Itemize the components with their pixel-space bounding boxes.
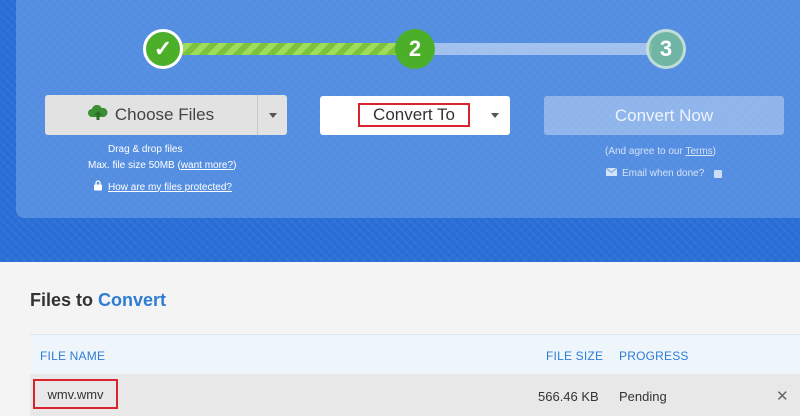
file-status-cell: Pending: [619, 389, 667, 404]
email-checkbox[interactable]: [714, 169, 723, 178]
file-name-cell: wmv.wmv: [33, 379, 118, 409]
column-file-name: FILE NAME: [40, 349, 106, 363]
files-section: Files to Convert FILE NAME FILE SIZE PRO…: [0, 262, 800, 416]
step-3-indicator: 3: [646, 29, 686, 69]
terms-link[interactable]: Terms: [685, 146, 712, 157]
choose-files-dropdown[interactable]: [257, 95, 287, 135]
max-size-text: Max. file size 50MB (: [88, 160, 181, 171]
caret-down-icon: [268, 112, 277, 118]
convert-to-label: Convert To: [358, 103, 470, 127]
agree-prefix: (And agree to our: [605, 146, 686, 157]
max-file-size: Max. file size 50MB (want more?): [88, 160, 236, 171]
caret-down-icon: [491, 113, 499, 118]
files-heading-accent: Convert: [98, 290, 167, 310]
progress-line-completed: [180, 43, 402, 55]
step-2-indicator: 2: [395, 29, 435, 69]
envelope-icon: [605, 167, 618, 179]
column-file-size: FILE SIZE: [546, 349, 604, 363]
max-size-close: ): [233, 160, 237, 171]
choose-files-button[interactable]: Choose Files: [45, 95, 287, 135]
column-progress: PROGRESS: [619, 349, 689, 363]
agree-suffix: ): [712, 146, 717, 157]
cloud-upload-icon: [87, 104, 108, 126]
protection-info: How are my files protected?: [93, 180, 232, 194]
file-size-cell: 566.46 KB: [538, 389, 599, 404]
step-1-check-icon: ✓: [143, 29, 183, 69]
email-when-done: Email when done?: [605, 167, 723, 179]
files-heading-prefix: Files to: [30, 290, 99, 310]
email-label: Email when done?: [622, 168, 705, 179]
files-protected-link[interactable]: How are my files protected?: [108, 182, 232, 193]
lock-icon: [93, 180, 103, 194]
convert-now-button[interactable]: Convert Now: [544, 96, 784, 135]
want-more-link[interactable]: want more?: [181, 160, 233, 171]
drag-drop-hint: Drag & drop files: [108, 144, 183, 155]
choose-files-label: Choose Files: [114, 105, 215, 124]
table-row: wmv.wmv 566.46 KB Pending ✕: [30, 374, 800, 416]
progress-line-pending: [428, 43, 652, 55]
files-heading: Files to Convert: [30, 290, 166, 311]
agree-terms-text: (And agree to our Terms): [605, 146, 716, 157]
files-table-header: FILE NAME FILE SIZE PROGRESS: [30, 334, 800, 374]
choose-files-main[interactable]: Choose Files: [45, 95, 257, 135]
convert-to-select[interactable]: Convert To: [320, 96, 510, 135]
remove-file-icon[interactable]: ✕: [776, 387, 789, 405]
